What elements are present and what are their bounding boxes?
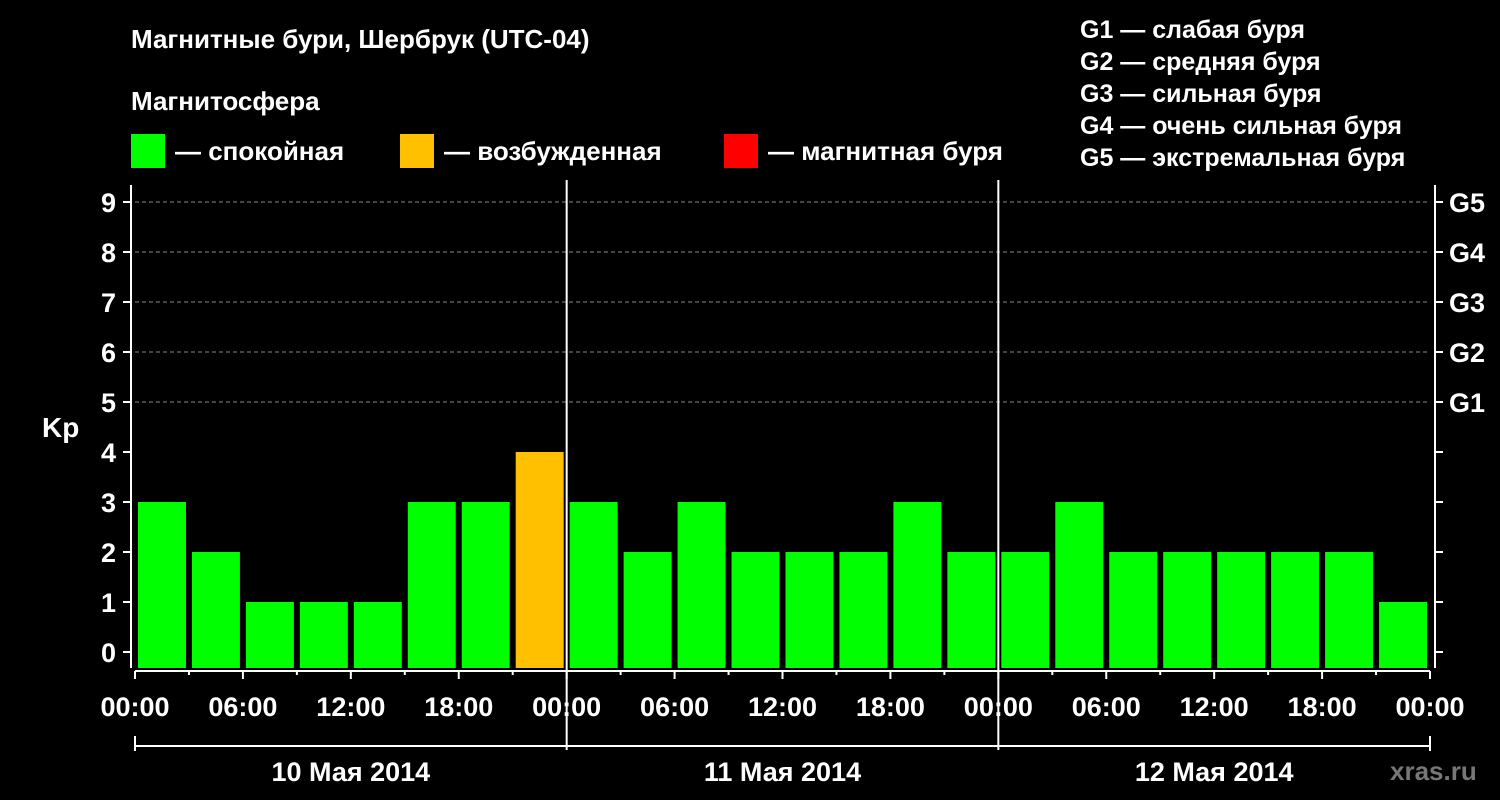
g-scale-label: G3 (1449, 288, 1485, 318)
kp-bar (1055, 502, 1104, 668)
y-tick-label: 5 (101, 388, 116, 418)
day-label: 12 Мая 2014 (1135, 757, 1294, 787)
kp-bar (677, 502, 726, 668)
g-scale-label: G2 (1449, 338, 1485, 368)
y-tick-label: 0 (101, 638, 116, 668)
y-tick-label: 9 (101, 188, 116, 218)
y-tick-label: 7 (101, 288, 116, 318)
x-tick-label: 00:00 (100, 692, 169, 722)
g-scale-label: G1 (1449, 388, 1485, 418)
kp-bar (1163, 552, 1212, 668)
kp-bar (1379, 602, 1427, 668)
kp-bar (1325, 552, 1374, 668)
kp-bar (353, 602, 402, 668)
y-tick-label: 4 (101, 438, 116, 468)
y-tick-label: 8 (101, 238, 116, 268)
x-tick-label: 06:00 (640, 692, 709, 722)
day-label: 10 Мая 2014 (271, 757, 430, 787)
kp-chart: 0 1 2 3 4 5 6 7 8 9 G1 G2 G3 G4 G5 00:00 06:00 12:00 18:00… (100, 180, 1485, 787)
g-scale-label: G5 (1449, 188, 1485, 218)
kp-bar (623, 552, 672, 668)
kp-bar (839, 552, 888, 668)
kp-bar (731, 552, 780, 668)
x-tick-label: 00:00 (964, 692, 1033, 722)
x-tick-label: 18:00 (1288, 692, 1357, 722)
g-scale-label: G4 (1449, 238, 1485, 268)
kp-bar (461, 502, 510, 668)
x-tick-label: 18:00 (424, 692, 493, 722)
kp-bar (245, 602, 294, 668)
kp-bar (947, 552, 996, 668)
x-tick-label: 06:00 (1072, 692, 1141, 722)
x-tick-label: 18:00 (856, 692, 925, 722)
kp-bar (1109, 552, 1158, 668)
x-tick-label: 12:00 (1180, 692, 1249, 722)
x-tick-label: 00:00 (1395, 692, 1464, 722)
kp-bar (138, 502, 186, 668)
y-tick-label: 3 (101, 488, 116, 518)
kp-bar (191, 552, 240, 668)
x-tick-label: 00:00 (532, 692, 601, 722)
kp-bar (1001, 552, 1050, 668)
y-tick-label: 2 (101, 538, 116, 568)
x-tick-label: 12:00 (316, 692, 385, 722)
x-tick-label: 06:00 (208, 692, 277, 722)
kp-bar (515, 452, 564, 668)
kp-bar (785, 552, 834, 668)
kp-bar (1271, 552, 1320, 668)
kp-bar (299, 602, 348, 668)
day-label: 11 Мая 2014 (704, 757, 861, 787)
kp-bar (1217, 552, 1266, 668)
y-tick-label: 1 (101, 588, 116, 618)
kp-bar (893, 502, 942, 668)
y-tick-label: 6 (101, 338, 116, 368)
kp-bar (407, 502, 456, 668)
kp-bar (569, 502, 618, 668)
source-watermark: xras.ru (1390, 756, 1477, 786)
x-tick-label: 12:00 (748, 692, 817, 722)
